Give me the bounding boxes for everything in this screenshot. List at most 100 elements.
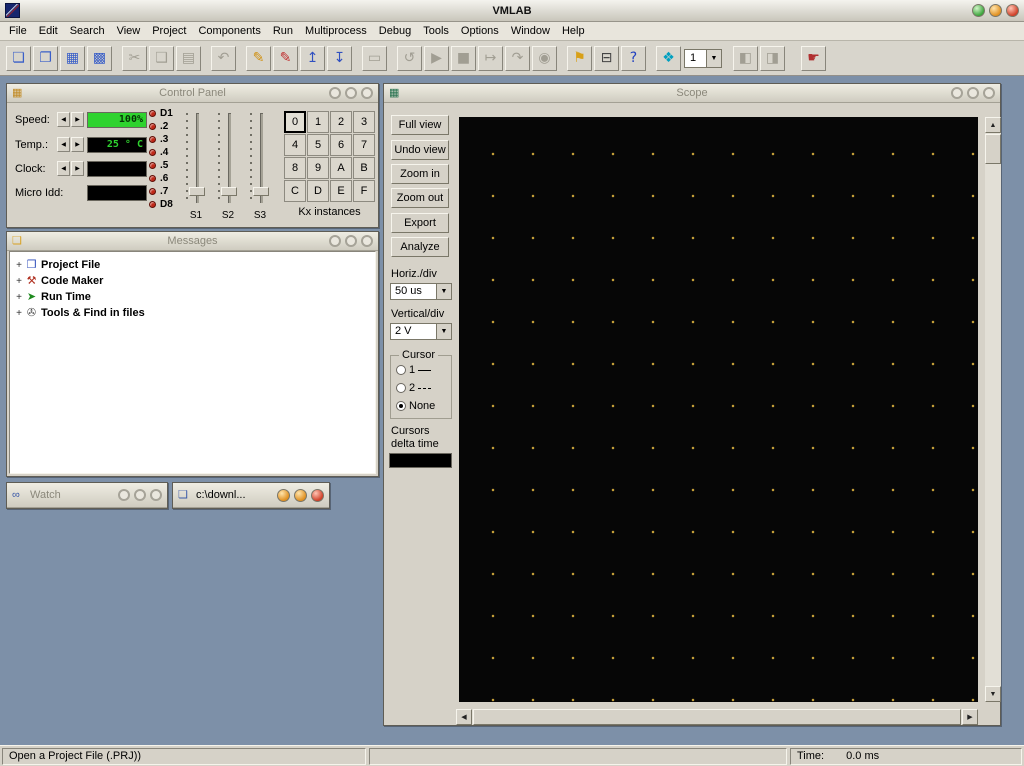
control-panel-titlebar[interactable]: ▦ Control Panel <box>7 84 378 103</box>
key-f[interactable]: F <box>353 180 375 202</box>
key-9[interactable]: 9 <box>307 157 329 179</box>
maximize-button[interactable] <box>134 489 146 501</box>
vertical-scrollbar-thumb[interactable] <box>985 134 1001 164</box>
scope-plot[interactable] <box>459 117 978 702</box>
print-button[interactable]: ⊟ <box>594 46 619 71</box>
process-select[interactable]: 1▼ <box>684 49 722 68</box>
zoom-in-button[interactable]: Zoom in <box>391 164 449 184</box>
new-project-button[interactable]: ❏ <box>6 46 31 71</box>
scroll-left-icon[interactable]: ◀ <box>456 709 472 725</box>
goto-bottom-button[interactable]: ↧ <box>327 46 352 71</box>
window-minimize-button[interactable] <box>972 4 985 17</box>
temp-decrement-button[interactable]: ◀ <box>57 137 70 152</box>
menu-edit[interactable]: Edit <box>33 23 64 39</box>
menu-run[interactable]: Run <box>267 23 299 39</box>
close-button[interactable] <box>311 489 324 502</box>
slider-handle[interactable] <box>189 187 205 196</box>
menu-window[interactable]: Window <box>505 23 556 39</box>
chevron-down-icon[interactable]: ▼ <box>706 50 721 67</box>
maximize-button[interactable] <box>345 235 357 247</box>
key-b[interactable]: B <box>353 157 375 179</box>
radio-icon[interactable] <box>396 401 406 411</box>
temp-increment-button[interactable]: ▶ <box>71 137 84 152</box>
chevron-down-icon[interactable]: ▼ <box>436 284 451 299</box>
key-0[interactable]: 0 <box>284 111 306 133</box>
minimize-button[interactable] <box>951 87 963 99</box>
menu-multiprocess[interactable]: Multiprocess <box>299 23 373 39</box>
scroll-up-icon[interactable]: ▲ <box>985 117 1001 133</box>
breakpoint-marker-button[interactable]: ✎ <box>273 46 298 71</box>
menu-components[interactable]: Components <box>192 23 266 39</box>
radio-icon[interactable] <box>396 365 406 375</box>
save-file-button[interactable]: ▦ <box>60 46 85 71</box>
scroll-down-icon[interactable]: ▼ <box>985 686 1001 702</box>
horizontal-scrollbar[interactable]: ◀ ▶ <box>456 709 978 725</box>
menu-view[interactable]: View <box>111 23 147 39</box>
open-project-button[interactable]: ❐ <box>33 46 58 71</box>
tree-item-project-file[interactable]: + ❒ Project File <box>14 257 100 273</box>
key-c[interactable]: C <box>284 180 306 202</box>
menu-file[interactable]: File <box>3 23 33 39</box>
key-7[interactable]: 7 <box>353 134 375 156</box>
undo-view-button[interactable]: Undo view <box>391 140 449 160</box>
full-view-button[interactable]: Full view <box>391 115 449 135</box>
messages-titlebar[interactable]: ❏ Messages <box>7 232 378 251</box>
expand-icon[interactable]: + <box>14 308 24 319</box>
cursor-option-none[interactable]: None <box>396 400 435 412</box>
speed-increment-button[interactable]: ▶ <box>71 112 84 127</box>
close-button[interactable] <box>361 87 373 99</box>
slider-handle[interactable] <box>221 187 237 196</box>
key-a[interactable]: A <box>330 157 352 179</box>
key-5[interactable]: 5 <box>307 134 329 156</box>
key-8[interactable]: 8 <box>284 157 306 179</box>
chevron-down-icon[interactable]: ▼ <box>436 324 451 339</box>
menu-tools[interactable]: Tools <box>417 23 455 39</box>
minimize-button[interactable] <box>277 489 290 502</box>
maximize-button[interactable] <box>967 87 979 99</box>
save-all-button[interactable]: ▩ <box>87 46 112 71</box>
slider-handle[interactable] <box>253 187 269 196</box>
scroll-right-icon[interactable]: ▶ <box>962 709 978 725</box>
key-4[interactable]: 4 <box>284 134 306 156</box>
horiz-div-select[interactable]: 50 us ▼ <box>390 283 452 300</box>
menu-options[interactable]: Options <box>455 23 505 39</box>
close-button[interactable] <box>983 87 995 99</box>
slider-s1[interactable] <box>183 111 209 207</box>
maximize-button[interactable] <box>294 489 307 502</box>
expand-icon[interactable]: + <box>14 292 24 303</box>
slider-s3[interactable] <box>247 111 273 207</box>
goto-top-button[interactable]: ↥ <box>300 46 325 71</box>
clock-decrement-button[interactable]: ◀ <box>57 161 70 176</box>
menu-project[interactable]: Project <box>146 23 192 39</box>
tree-item-code-maker[interactable]: + ⚒ Code Maker <box>14 273 103 289</box>
close-button[interactable] <box>150 489 162 501</box>
editor-titlebar[interactable]: ❏ c:\downl... <box>173 483 329 508</box>
analyze-button[interactable]: Analyze <box>391 237 449 257</box>
key-e[interactable]: E <box>330 180 352 202</box>
key-1[interactable]: 1 <box>307 111 329 133</box>
cursor-option-2[interactable]: 2 <box>396 382 431 394</box>
key-2[interactable]: 2 <box>330 111 352 133</box>
window-close-button[interactable] <box>1006 4 1019 17</box>
minimize-button[interactable] <box>329 235 341 247</box>
speed-decrement-button[interactable]: ◀ <box>57 112 70 127</box>
vertical-scrollbar[interactable]: ▲ ▼ <box>985 117 1001 702</box>
key-6[interactable]: 6 <box>330 134 352 156</box>
expand-icon[interactable]: + <box>14 260 24 271</box>
close-button[interactable] <box>361 235 373 247</box>
key-3[interactable]: 3 <box>353 111 375 133</box>
tree-item-run-time[interactable]: + ➤ Run Time <box>14 289 91 305</box>
tree-item-tools-find[interactable]: + ✇ Tools & Find in files <box>14 305 145 321</box>
watch-titlebar[interactable]: ∞ Watch <box>7 483 167 508</box>
menu-help[interactable]: Help <box>556 23 591 39</box>
help-button[interactable]: ? <box>621 46 646 71</box>
slider-s2[interactable] <box>215 111 241 207</box>
menu-search[interactable]: Search <box>64 23 111 39</box>
export-button[interactable]: Export <box>391 213 449 233</box>
edit-marker-button[interactable]: ✎ <box>246 46 271 71</box>
expand-icon[interactable]: + <box>14 276 24 287</box>
vertical-div-select[interactable]: 2 V ▼ <box>390 323 452 340</box>
menu-debug[interactable]: Debug <box>373 23 417 39</box>
minimize-button[interactable] <box>329 87 341 99</box>
zoom-out-button[interactable]: Zoom out <box>391 188 449 208</box>
